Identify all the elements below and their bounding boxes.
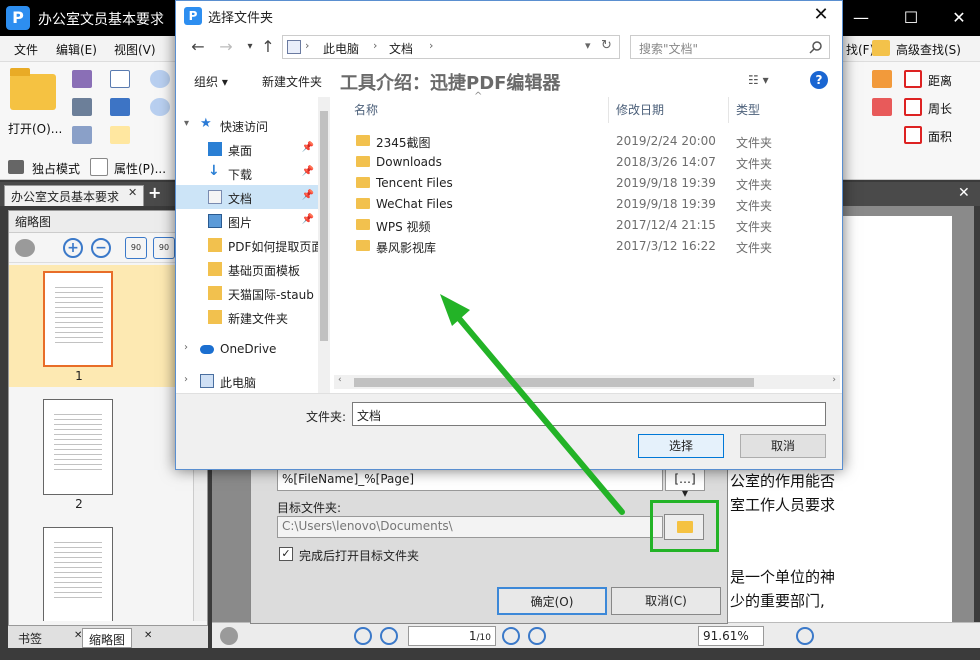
annotation-arrow [440, 294, 625, 515]
